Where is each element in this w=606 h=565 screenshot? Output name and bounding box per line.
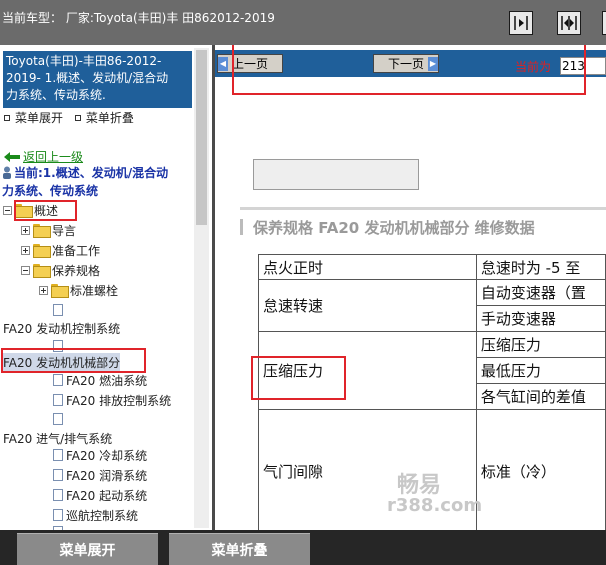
tree-item-cooling[interactable]: FA20 冷却系统 (53, 446, 147, 464)
highlight-box-navigation (232, 45, 586, 95)
tree-item-label: 导言 (52, 223, 77, 238)
square-bullet-icon (4, 115, 10, 121)
tree-item-cruise-control[interactable]: 巡航控制系统 (53, 506, 138, 524)
table-cell: 手动变速器 (475, 305, 606, 332)
menu-scrollbar-thumb[interactable] (196, 50, 207, 225)
document-heading: 保养规格 FA20 发动机机械部分 维修数据 (240, 207, 606, 243)
current-node-label-1: 当前:1.概述、发动机/混合动 (14, 166, 169, 180)
tree-item-doc[interactable] (53, 410, 66, 428)
top-bar: 当前车型： 厂家:Toyota(丰田)丰 田862012-2019 (0, 0, 606, 45)
highlight-box-compression (251, 356, 346, 400)
table-row: 点火正时 怠速时为 -5 至 (258, 254, 606, 280)
menu-title-line: Toyota(丰田)-丰田86-2012- (6, 54, 162, 68)
menu-title-line: 2019- 1.概述、发动机/混合动 (6, 71, 169, 85)
tree-item-label: FA20 排放控制系统 (66, 393, 172, 408)
highlight-box-overview (14, 200, 77, 221)
document-panel: ◀ 上一页 下一页 ▶ 当前为 213 保养规格 FA20 发动机机械部分 维修… (215, 45, 606, 530)
tree-item-service-specs[interactable]: 保养规格 (21, 261, 100, 279)
toolbar-button-1[interactable] (509, 11, 533, 35)
tree-item-fuel-system[interactable]: FA20 燃油系统 (53, 371, 147, 389)
collapse-icon[interactable] (3, 205, 12, 215)
heading-bar (240, 219, 243, 235)
arrow-left-icon: ◀ (218, 56, 228, 71)
back-link[interactable]: 返回上一级 (4, 148, 83, 165)
tree-item-intro[interactable]: 导言 (21, 221, 76, 239)
bottom-bar: 菜单展开 菜单折叠 (0, 530, 606, 565)
menu-expand-link[interactable]: 菜单展开 (15, 111, 63, 125)
folder-icon (51, 284, 69, 298)
tree-item-starting[interactable]: FA20 起动系统 (53, 486, 147, 504)
document-icon (53, 304, 63, 316)
folder-open-icon (33, 264, 51, 278)
expand-icon[interactable] (39, 285, 48, 295)
menu-title-line: 力系统、传动系统. (6, 88, 106, 102)
menu-collapse-link[interactable]: 菜单折叠 (86, 111, 134, 125)
expand-menu-button[interactable]: 菜单展开 (17, 533, 158, 565)
tree-item-label: 巡航控制系统 (66, 508, 139, 523)
watermark-text: r388.com (387, 495, 483, 516)
document-heading-text: 保养规格 FA20 发动机机械部分 维修数据 (253, 219, 535, 237)
table-cell: 标准（冷） (475, 409, 606, 530)
toolbar-button-2[interactable] (557, 11, 581, 35)
tree-item-label: 准备工作 (52, 243, 101, 258)
square-bullet-icon (74, 115, 81, 121)
document-icon (53, 394, 63, 406)
current-node: 当前:1.概述、发动机/混合动 力系统、传动系统 (2, 164, 192, 200)
tree-item-engine-control[interactable]: FA20 发动机控制系统 (3, 319, 120, 337)
tree-item-label: 标准螺栓 (70, 283, 119, 298)
toolbar-button-3[interactable] (602, 11, 606, 35)
table-cell: 自动变速器（置 (475, 279, 606, 306)
back-link-label: 返回上一级 (23, 150, 84, 164)
collapse-menu-button[interactable]: 菜单折叠 (169, 533, 310, 565)
current-node-label-2: 力系统、传动系统 (2, 184, 99, 198)
table-cell: 怠速转速 (258, 279, 477, 332)
table-cell: 压缩压力 (475, 331, 606, 358)
tree-item-label: FA20 发动机控制系统 (3, 321, 121, 336)
table-row: 怠速转速 自动变速器（置 (258, 279, 606, 332)
tree-item-label: FA20 进气/排气系统 (3, 431, 113, 446)
highlight-box-engine-mechanical (1, 348, 146, 373)
tree-item-intake-exhaust[interactable]: FA20 进气/排气系统 (3, 429, 112, 447)
arrow-right-icon (514, 16, 528, 30)
tree-item-standard-bolt[interactable]: 标准螺栓 (39, 281, 118, 299)
tree-item-label: 保养规格 (52, 263, 101, 278)
collapse-icon[interactable] (21, 265, 30, 275)
folder-icon (33, 224, 51, 238)
tree-item-doc[interactable] (53, 523, 66, 530)
tree-item-label: FA20 冷却系统 (66, 448, 148, 463)
document-icon (53, 469, 63, 481)
tree-item-preparation[interactable]: 准备工作 (21, 241, 100, 259)
split-arrows-icon (561, 16, 577, 30)
tree-item-label: FA20 燃油系统 (66, 373, 148, 388)
tree-item-label: FA20 润滑系统 (66, 468, 148, 483)
document-icon (53, 509, 63, 521)
tree-item-emission-control[interactable]: FA20 排放控制系统 (53, 391, 171, 409)
back-arrow-icon (4, 151, 20, 162)
folder-icon (33, 244, 51, 258)
current-vehicle-label: 当前车型： 厂家:Toyota(丰田)丰 田862012-2019 (2, 11, 275, 25)
table-cell: 最低压力 (475, 357, 606, 384)
tree-item-doc[interactable] (53, 301, 66, 319)
document-icon (53, 374, 63, 386)
document-icon (53, 489, 63, 501)
document-icon (53, 413, 63, 425)
table-cell: 点火正时 (258, 254, 477, 280)
table-row: 压缩压力 压缩压力 (258, 331, 606, 410)
tree-item-lubrication[interactable]: FA20 润滑系统 (53, 466, 147, 484)
expand-icon[interactable] (21, 245, 30, 255)
table-cell: 怠速时为 -5 至 (475, 254, 606, 280)
expand-icon[interactable] (21, 225, 30, 235)
document-header-box (253, 159, 419, 190)
user-icon (3, 166, 11, 179)
document-icon (53, 449, 63, 461)
menu-actions: 菜单展开 菜单折叠 (2, 109, 140, 126)
table-cell: 各气缸间的差值 (475, 383, 606, 410)
menu-title: Toyota(丰田)-丰田86-2012- 2019- 1.概述、发动机/混合动… (3, 51, 192, 108)
menu-panel: Toyota(丰田)-丰田86-2012- 2019- 1.概述、发动机/混合动… (0, 45, 212, 530)
tree-item-label: FA20 起动系统 (66, 488, 148, 503)
